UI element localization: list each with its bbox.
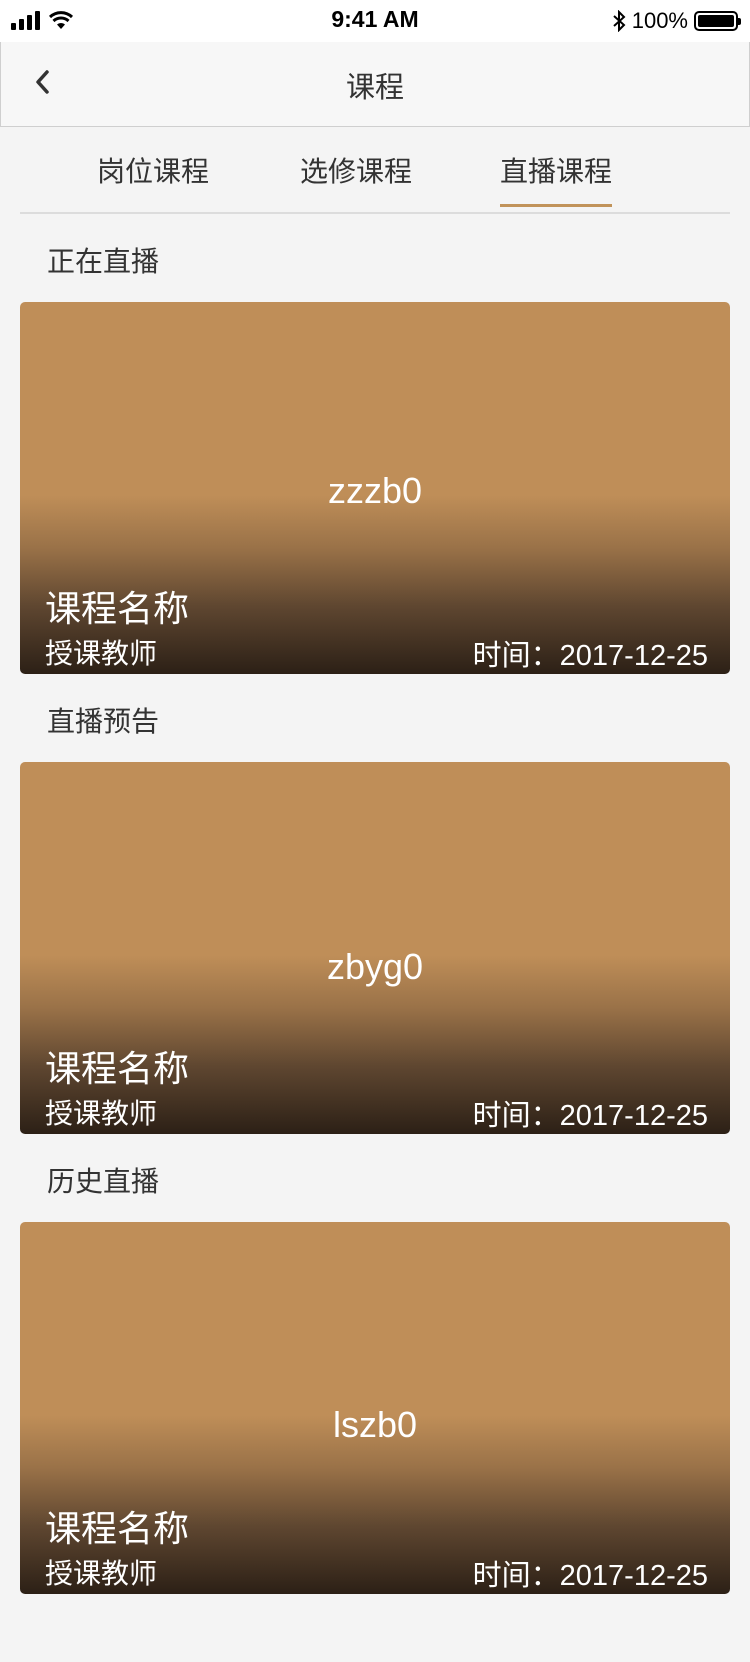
course-time: 时间：2017-12-25 [472,640,708,672]
course-teacher: 授课教师 [45,638,158,669]
preview-course-card[interactable]: zbyg0 课程名称 授课教师 时间：2017-12-25 [20,762,730,1134]
battery-percentage: 100% [631,8,688,33]
course-tabs: 岗位课程 选修课程 直播课程 [20,128,730,214]
bluetooth-icon [613,10,626,32]
battery-icon [694,11,741,31]
course-time: 时间：2017-12-25 [472,1100,708,1132]
section-title-live-preview: 直播预告 [47,706,160,737]
navigation-bar: 课程 [0,42,750,127]
course-name: 课程名称 [45,588,190,629]
course-name: 课程名称 [45,1508,190,1549]
tab-live-courses[interactable]: 直播课程 [500,150,613,207]
course-name: 课程名称 [45,1048,190,1089]
course-time: 时间：2017-12-25 [472,1560,708,1592]
page-title: 课程 [345,72,404,104]
card-code: zbyg0 [326,946,424,987]
tab-elective-courses[interactable]: 选修课程 [300,150,412,204]
live-course-card[interactable]: zzzb0 课程名称 授课教师 时间：2017-12-25 [20,302,730,674]
card-code: lszb0 [332,1404,418,1445]
card-code: zzzb0 [327,470,423,511]
status-bar: 9:41 AM 100% [0,0,750,42]
course-teacher: 授课教师 [45,1098,158,1129]
history-course-card[interactable]: lszb0 课程名称 授课教师 时间：2017-12-25 [20,1222,730,1594]
section-title-history-live: 历史直播 [47,1166,160,1197]
tab-post-courses[interactable]: 岗位课程 [97,150,209,204]
section-title-live-now: 正在直播 [47,246,160,277]
course-teacher: 授课教师 [45,1558,158,1589]
